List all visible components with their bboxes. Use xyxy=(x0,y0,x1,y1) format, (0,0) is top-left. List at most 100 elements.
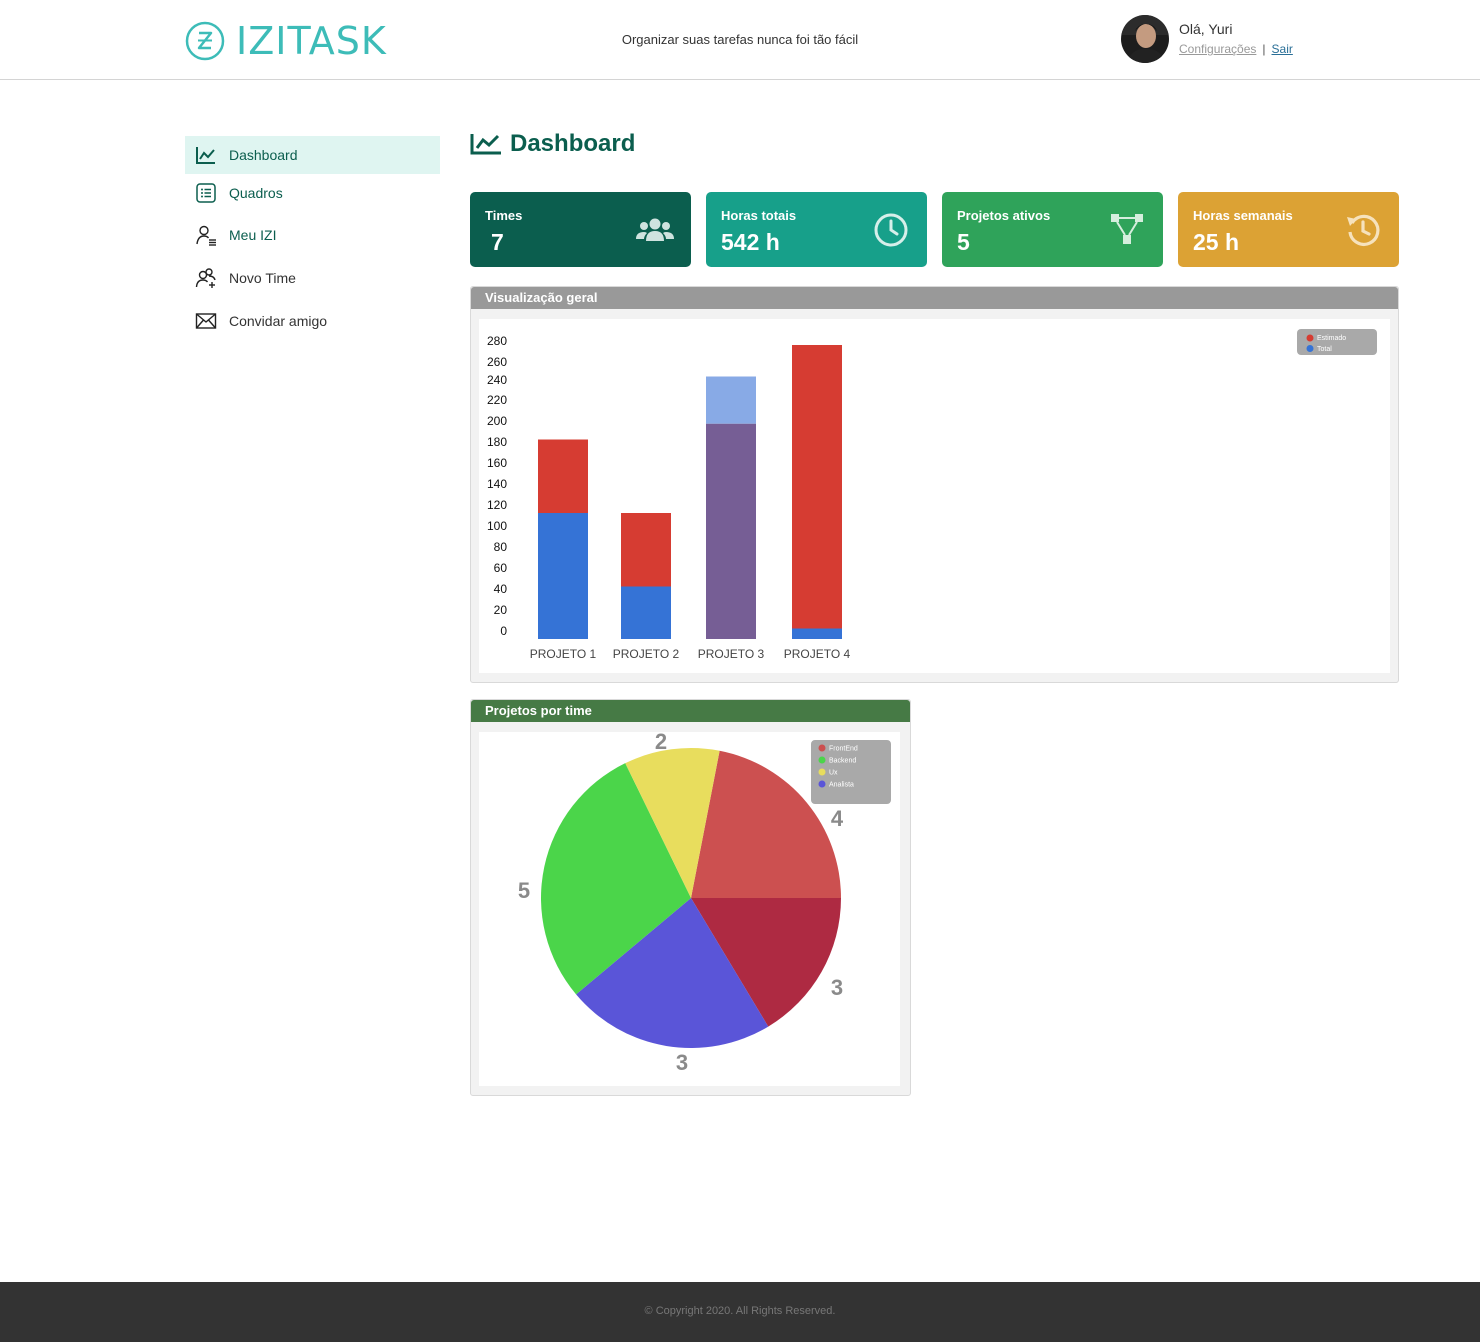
logo-icon xyxy=(185,21,225,61)
card-label: Times xyxy=(485,208,523,223)
header: IZITASK Organizar suas tarefas nunca foi… xyxy=(0,0,1480,80)
avatar-image xyxy=(1121,15,1169,63)
chart-line-icon xyxy=(470,134,501,155)
link-separator: | xyxy=(1262,42,1266,56)
avatar[interactable] xyxy=(1121,15,1169,63)
y-tick-label: 160 xyxy=(487,456,507,470)
legend-label: FrontEnd xyxy=(829,746,858,753)
sidebar-item-meu-izi[interactable]: Meu IZI xyxy=(185,216,440,254)
sidebar-item-label: Convidar amigo xyxy=(229,313,328,329)
sidebar-item-label: Novo Time xyxy=(229,270,296,286)
sidebar-item-label: Quadros xyxy=(229,185,283,201)
x-tick-label: PROJETO 1 xyxy=(530,647,597,661)
pie-value-label: 4 xyxy=(831,806,844,831)
card-value: 25 h xyxy=(1193,229,1240,255)
y-tick-label: 20 xyxy=(494,603,508,617)
teams-chart-area: 4 3 3 5 2 FrontEnd Backend Ux Analista xyxy=(479,729,900,1086)
y-tick-label: 240 xyxy=(487,373,507,387)
y-tick-label: 80 xyxy=(494,540,508,554)
y-tick-label: 120 xyxy=(487,498,507,512)
footer: © Copyright 2020. All Rights Reserved. xyxy=(0,1282,1480,1342)
x-tick-label: PROJETO 2 xyxy=(613,647,680,661)
legend-label: Analista xyxy=(829,782,854,789)
tagline: Organizar suas tarefas nunca foi tão fác… xyxy=(621,32,859,47)
user-list-icon xyxy=(196,225,216,246)
sidebar-item-novo-time[interactable]: Novo Time xyxy=(185,259,440,297)
user-menu: Olá, Yuri Configurações | Sair xyxy=(1121,15,1293,63)
y-tick-label: 140 xyxy=(487,477,507,491)
bar-total xyxy=(538,513,588,639)
y-tick-label: 260 xyxy=(487,355,507,369)
pie-chart: 4 3 3 5 2 FrontEnd Backend Ux Analista xyxy=(518,729,891,1075)
legend-swatch-total xyxy=(1306,345,1314,352)
history-icon xyxy=(1347,214,1380,246)
page-title: Dashboard xyxy=(470,130,635,158)
y-tick-label: 0 xyxy=(500,624,507,638)
legend-swatch xyxy=(818,780,826,788)
card-horas-semanais[interactable]: Horas semanais 25 h xyxy=(1178,192,1399,267)
panel-title: Visualização geral xyxy=(471,287,1398,309)
bar-estimado xyxy=(538,439,588,513)
legend-label: Backend xyxy=(829,758,856,765)
y-tick-label: 100 xyxy=(487,519,507,533)
card-value: 542 h xyxy=(721,229,780,255)
panel-title: Projetos por time xyxy=(471,700,910,722)
y-tick-label: 280 xyxy=(487,334,507,348)
settings-link[interactable]: Configurações xyxy=(1179,42,1256,56)
overview-panel: Visualização geral 0 20 40 60 80 100 120 140 160… xyxy=(470,286,1399,683)
sidebar-item-dashboard[interactable]: Dashboard xyxy=(185,136,440,174)
bar-estimado xyxy=(621,513,671,587)
pie-value-label: 3 xyxy=(831,975,843,1000)
chart-line-icon xyxy=(196,147,215,164)
y-tick-label: 40 xyxy=(494,582,508,596)
pie-chart-legend: FrontEnd Backend Ux Analista xyxy=(811,740,891,804)
legend-label-total: Total xyxy=(1317,346,1332,353)
sitemap-icon xyxy=(1111,214,1143,244)
bar-total xyxy=(621,586,671,639)
pie-value-label: 3 xyxy=(676,1050,688,1075)
sidebar: Dashboard Quadros Meu IZI Novo Time Conv… xyxy=(185,136,440,340)
bar-estimado xyxy=(792,345,842,629)
card-value: 7 xyxy=(491,229,504,255)
legend-swatch-estimado xyxy=(1306,334,1314,342)
overview-chart-area: 0 20 40 60 80 100 120 140 160 180 200 220 240 260 280 P… xyxy=(479,319,1390,673)
stat-cards: Times 7 Horas totais 542 h Projetos ativ… xyxy=(470,192,1399,267)
bar-chart-legend: Estimado Total xyxy=(1297,329,1377,355)
users-add-icon xyxy=(195,268,216,288)
card-label: Horas totais xyxy=(721,208,797,223)
logout-link[interactable]: Sair xyxy=(1272,42,1293,56)
bar-overlap xyxy=(706,423,756,639)
user-greeting: Olá, Yuri xyxy=(1179,21,1233,37)
teams-panel: Projetos por time 4 3 3 5 2 FrontEnd Backend Ux… xyxy=(470,699,911,1096)
card-label: Horas semanais xyxy=(1193,208,1293,223)
list-icon xyxy=(196,183,216,203)
pie-value-label: 2 xyxy=(655,732,667,754)
logo[interactable]: IZITASK xyxy=(185,19,387,63)
clock-icon xyxy=(874,213,908,247)
card-projetos-ativos[interactable]: Projetos ativos 5 xyxy=(942,192,1163,267)
sidebar-item-label: Dashboard xyxy=(229,147,298,163)
legend-swatch xyxy=(818,744,826,752)
y-tick-label: 220 xyxy=(487,393,507,407)
bar-chart: 0 20 40 60 80 100 120 140 160 180 200 220 240 260 280 P… xyxy=(487,329,1377,661)
x-tick-label: PROJETO 3 xyxy=(698,647,765,661)
card-value: 5 xyxy=(957,229,970,255)
y-tick-label: 60 xyxy=(494,561,508,575)
card-times[interactable]: Times 7 xyxy=(470,192,691,267)
bar-total xyxy=(792,628,842,639)
legend-label: Ux xyxy=(829,770,838,777)
x-tick-label: PROJETO 4 xyxy=(784,647,851,661)
legend-swatch xyxy=(818,756,826,764)
sidebar-item-convidar-amigo[interactable]: Convidar amigo xyxy=(185,302,440,340)
y-tick-label: 200 xyxy=(487,414,507,428)
card-label: Projetos ativos xyxy=(957,208,1051,223)
brand-name: IZITASK xyxy=(236,19,387,63)
envelope-icon xyxy=(195,313,217,329)
legend-label-estimado: Estimado xyxy=(1317,335,1346,342)
bar-total xyxy=(706,376,756,424)
sidebar-item-quadros[interactable]: Quadros xyxy=(185,174,440,212)
card-horas-totais[interactable]: Horas totais 542 h xyxy=(706,192,927,267)
y-tick-label: 180 xyxy=(487,435,507,449)
users-icon xyxy=(636,218,674,241)
legend-swatch xyxy=(818,768,826,776)
